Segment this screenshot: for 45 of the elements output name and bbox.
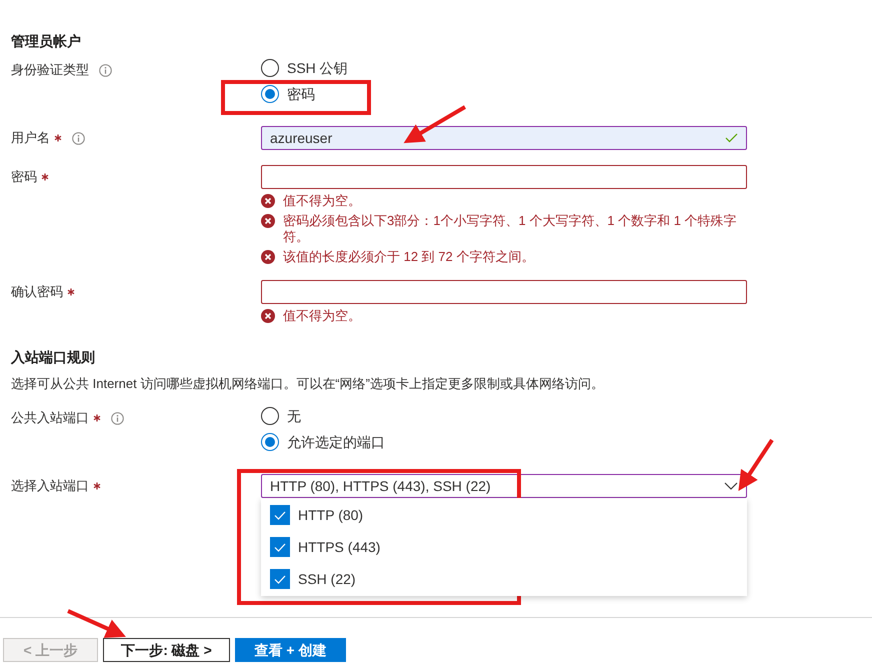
input-field[interactable] [261, 165, 747, 189]
error-message: 该值的长度必须介于 12 到 72 个字符之间。 [283, 249, 534, 265]
field-label: 身份验证类型 [11, 62, 89, 78]
checkbox[interactable] [270, 505, 290, 525]
radio-button[interactable] [261, 407, 279, 425]
checkbox[interactable] [270, 537, 290, 557]
radio-label[interactable]: 无 [287, 406, 301, 426]
section-heading: 管理员帐户 [11, 32, 82, 51]
radio-button[interactable] [261, 59, 279, 77]
radio-button[interactable] [261, 85, 279, 103]
field-label: 选择入站端口 [11, 478, 89, 494]
input-field[interactable] [261, 280, 747, 304]
radio-label[interactable]: 密码 [287, 84, 315, 104]
section-heading: 入站端口规则 [11, 348, 96, 367]
dropdown-field[interactable]: HTTP (80), HTTPS (443), SSH (22) [261, 474, 747, 498]
radio-label[interactable]: 允许选定的端口 [287, 432, 385, 452]
arrow [738, 438, 774, 492]
error-icon [261, 309, 275, 323]
footer-button[interactable]: 下一步: 磁盘 > [103, 638, 230, 662]
arrow [67, 609, 126, 638]
error-message: 密码必须包含以下3部分：1个小写字符、1 个大写字符、1 个数字和 1 个特殊字符。 [283, 213, 738, 245]
dropdown-option[interactable]: HTTP (80) [261, 499, 747, 531]
footer-button[interactable]: 查看 + 创建 [235, 638, 346, 662]
arrow [404, 105, 466, 144]
checkbox[interactable] [270, 569, 290, 589]
field-label: 公共入站端口 [11, 410, 89, 426]
error-message: 值不得为空。 [283, 308, 361, 324]
chevron-down-icon [724, 482, 738, 490]
checkmark-icon [274, 574, 286, 584]
field-label: 确认密码 [11, 284, 63, 300]
field-label: 用户名 [11, 130, 50, 146]
radio-button[interactable] [261, 433, 279, 451]
section-description: 选择可从公共 Internet 访问哪些虚拟机网络端口。可以在“网络”选项卡上指定更多限制或具体网络访问。 [11, 376, 605, 392]
checkmark-icon [274, 510, 286, 520]
error-icon [261, 214, 275, 228]
radio-label[interactable]: SSH 公钥 [287, 58, 348, 78]
error-message: 值不得为空。 [283, 193, 361, 209]
dropdown-option[interactable]: SSH (22) [261, 563, 747, 595]
input-field[interactable]: azureuser [261, 126, 747, 150]
dropdown-option[interactable]: HTTPS (443) [261, 531, 747, 563]
check-icon [725, 133, 738, 143]
error-icon [261, 194, 275, 208]
error-icon [261, 250, 275, 264]
checkmark-icon [274, 542, 286, 552]
field-label: 密码 [11, 169, 37, 185]
